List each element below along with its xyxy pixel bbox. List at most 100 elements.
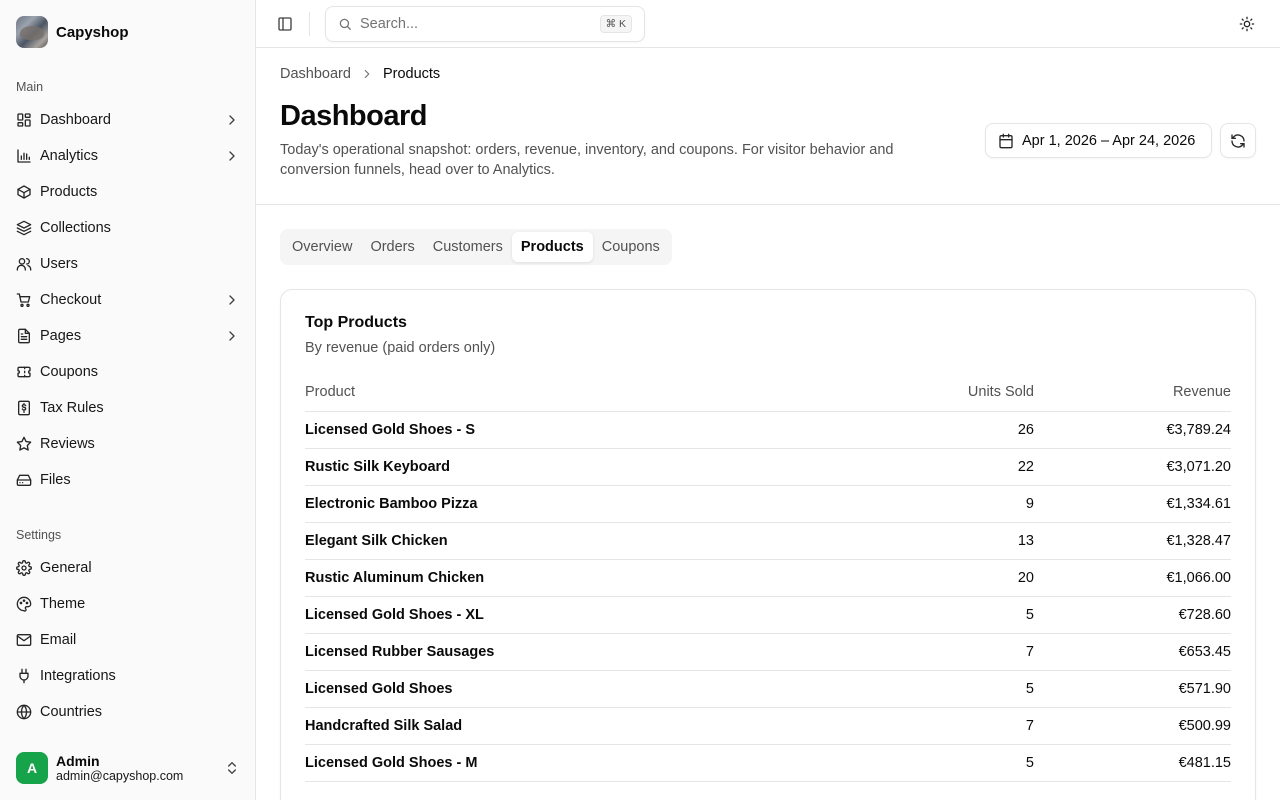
sidebar-item-reviews[interactable]: Reviews (8, 426, 248, 462)
revenue-cell: €481.15 (1034, 744, 1231, 782)
sidebar-item-integrations[interactable]: Integrations (8, 658, 248, 694)
sidebar-item-products[interactable]: Products (8, 174, 248, 210)
sidebar-toggle-icon[interactable] (277, 16, 293, 32)
sidebar-item-label: General (40, 560, 92, 576)
tab-customers[interactable]: Customers (424, 232, 512, 262)
revenue-cell: €3,789.24 (1034, 411, 1231, 449)
chevron-right-icon[interactable] (224, 112, 240, 128)
sidebar-item-label: Countries (40, 704, 103, 720)
chevrons-up-down-icon (224, 760, 240, 776)
chevron-right-icon[interactable] (224, 328, 240, 344)
refresh-button[interactable] (1220, 123, 1256, 158)
refresh-icon (1230, 133, 1246, 149)
breadcrumb-dashboard-link[interactable]: Dashboard (280, 66, 351, 82)
sidebar-settings-nav: General Theme Email Integrations Countries (8, 550, 248, 730)
table-row[interactable]: Licensed Gold Shoes - XL 5 €728.60 (305, 596, 1231, 634)
sidebar-item-users[interactable]: Users (8, 246, 248, 282)
tab-coupons[interactable]: Coupons (593, 232, 669, 262)
breadcrumb-current: Products (382, 66, 441, 82)
revenue-cell: €571.90 (1034, 670, 1231, 708)
globe-icon (16, 704, 32, 720)
units-sold-cell: 9 (838, 485, 1034, 523)
units-sold-cell: 22 (838, 448, 1034, 486)
table-row[interactable]: Licensed Gold Shoes - S 26 €3,789.24 (305, 411, 1231, 449)
table-row[interactable]: Elegant Silk Chicken 13 €1,328.47 (305, 522, 1231, 560)
sidebar-item-collections[interactable]: Collections (8, 210, 248, 246)
date-range-picker[interactable]: Apr 1, 2026 – Apr 24, 2026 (985, 123, 1212, 158)
ticket-icon (16, 364, 32, 380)
product-name-cell: Licensed Rubber Sausages (305, 633, 838, 671)
dashboard-tabs: Overview Orders Customers Products Coupons (280, 229, 672, 265)
search-input[interactable]: Search... ⌘ K (325, 6, 645, 42)
table-row[interactable]: Rustic Aluminum Chicken 20 €1,066.00 (305, 559, 1231, 597)
sidebar: Capyshop Main Dashboard Analytics Products… (0, 0, 256, 800)
sidebar-item-label: Collections (40, 220, 111, 236)
chevron-right-icon[interactable] (224, 292, 240, 308)
sidebar-item-email[interactable]: Email (8, 622, 248, 658)
sun-icon[interactable] (1239, 16, 1255, 32)
table-row[interactable]: Licensed Gold Shoes 5 €571.90 (305, 670, 1231, 708)
table-row[interactable]: Handcrafted Silk Salad 7 €500.99 (305, 707, 1231, 745)
sidebar-item-tax-rules[interactable]: Tax Rules (8, 390, 248, 426)
sidebar-group-settings-label: Settings (16, 528, 62, 542)
sidebar-item-pages[interactable]: Pages (8, 318, 248, 354)
chevron-right-icon (360, 67, 374, 81)
sidebar-main-nav: Dashboard Analytics Products Collections Use… (8, 102, 248, 498)
top-products-table: Product Units Sold Revenue Licensed Gold… (305, 374, 1231, 782)
tab-products[interactable]: Products (511, 232, 593, 262)
sidebar-item-label: Reviews (40, 436, 95, 452)
sidebar-item-label: Coupons (40, 364, 99, 380)
gear-icon (16, 560, 32, 576)
sidebar-item-files[interactable]: Files (8, 462, 248, 498)
units-sold-cell: 5 (838, 670, 1034, 708)
product-name-cell: Rustic Silk Keyboard (305, 448, 838, 486)
topbar-divider (309, 12, 310, 36)
table-row[interactable]: Electronic Bamboo Pizza 9 €1,334.61 (305, 485, 1231, 523)
brand-name: Capyshop (56, 23, 129, 41)
sidebar-item-coupons[interactable]: Coupons (8, 354, 248, 390)
brand-logo (16, 16, 48, 48)
units-sold-cell: 7 (838, 633, 1034, 671)
sidebar-item-checkout[interactable]: Checkout (8, 282, 248, 318)
units-sold-cell: 13 (838, 522, 1034, 560)
package-icon (16, 184, 32, 200)
receipt-icon (16, 400, 32, 416)
revenue-cell: €1,328.47 (1034, 522, 1231, 560)
chart-icon (16, 148, 32, 164)
column-header-revenue: Revenue (1034, 374, 1231, 412)
sidebar-item-theme[interactable]: Theme (8, 586, 248, 622)
user-info: Admin admin@capyshop.com (56, 753, 224, 783)
table-row[interactable]: Rustic Silk Keyboard 22 €3,071.20 (305, 448, 1231, 486)
sidebar-item-general[interactable]: General (8, 550, 248, 586)
product-name-cell: Licensed Gold Shoes - M (305, 744, 838, 782)
sidebar-item-countries[interactable]: Countries (8, 694, 248, 730)
brand[interactable]: Capyshop (16, 16, 129, 48)
revenue-cell: €653.45 (1034, 633, 1231, 671)
sidebar-item-dashboard[interactable]: Dashboard (8, 102, 248, 138)
page-title: Dashboard (280, 100, 427, 132)
calendar-icon (998, 133, 1014, 149)
breadcrumb: Dashboard Products (280, 64, 440, 84)
product-name-cell: Electronic Bamboo Pizza (305, 485, 838, 523)
table-row[interactable]: Licensed Rubber Sausages 7 €653.45 (305, 633, 1231, 671)
table-row[interactable]: Licensed Gold Shoes - M 5 €481.15 (305, 744, 1231, 782)
sidebar-item-label: Integrations (40, 668, 116, 684)
topbar: Search... ⌘ K (256, 0, 1280, 48)
user-menu[interactable]: A Admin admin@capyshop.com (16, 752, 240, 784)
units-sold-cell: 26 (838, 411, 1034, 449)
avatar: A (16, 752, 48, 784)
card-subtitle: By revenue (paid orders only) (305, 340, 496, 356)
tab-orders[interactable]: Orders (361, 232, 423, 262)
sidebar-item-label: Checkout (40, 292, 102, 308)
units-sold-cell: 7 (838, 707, 1034, 745)
chevron-right-icon[interactable] (224, 148, 240, 164)
units-sold-cell: 5 (838, 744, 1034, 782)
search-shortcut: ⌘ K (599, 15, 632, 33)
user-email: admin@capyshop.com (56, 768, 184, 783)
plug-icon (16, 668, 32, 684)
user-name: Admin (56, 752, 100, 769)
palette-icon (16, 596, 32, 612)
tab-overview[interactable]: Overview (283, 232, 361, 262)
revenue-cell: €3,071.20 (1034, 448, 1231, 486)
sidebar-item-analytics[interactable]: Analytics (8, 138, 248, 174)
